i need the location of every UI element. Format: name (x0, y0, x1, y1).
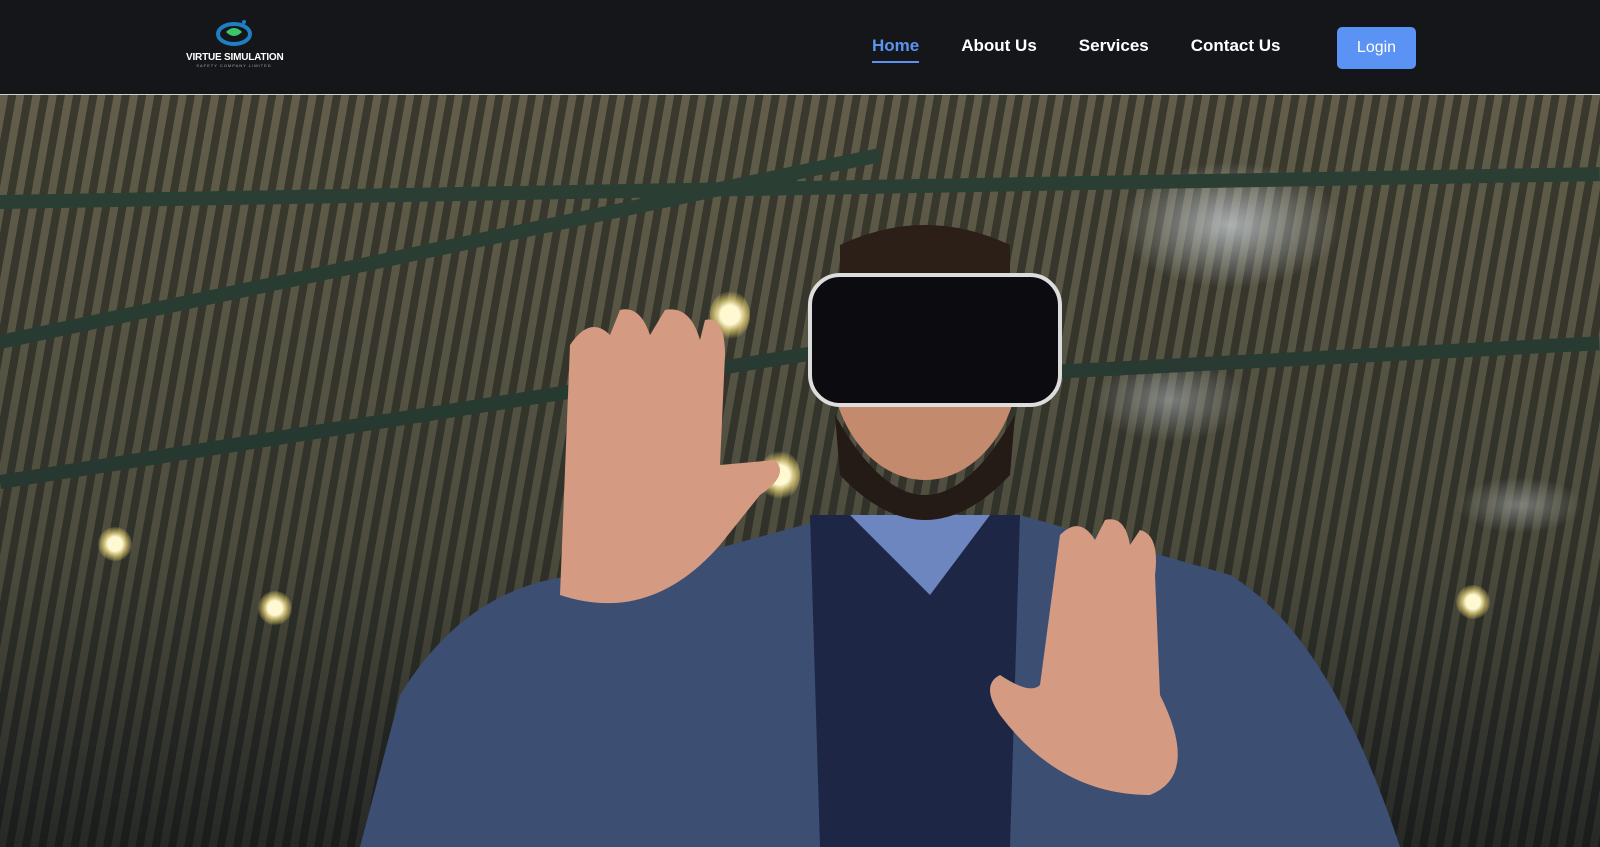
site-header: VIRTUE SIMULATION SAFETY COMPANY LIMITED… (0, 0, 1600, 95)
nav-services[interactable]: Services (1079, 36, 1149, 63)
brand-name: VIRTUE SIMULATION (186, 52, 284, 63)
brand-tagline: SAFETY COMPANY LIMITED (196, 63, 272, 68)
nav-home[interactable]: Home (872, 36, 920, 63)
vr-user-figure (360, 225, 1400, 847)
main-nav: Home About Us Services Contact Us (872, 36, 1280, 63)
nav-about-us[interactable]: About Us (961, 36, 1037, 63)
logo-icon (216, 20, 252, 46)
hero-image (0, 95, 1600, 847)
login-button[interactable]: Login (1337, 27, 1416, 69)
brand-logo[interactable]: VIRTUE SIMULATION SAFETY COMPANY LIMITED (186, 16, 284, 78)
nav-contact-us[interactable]: Contact Us (1191, 36, 1281, 63)
